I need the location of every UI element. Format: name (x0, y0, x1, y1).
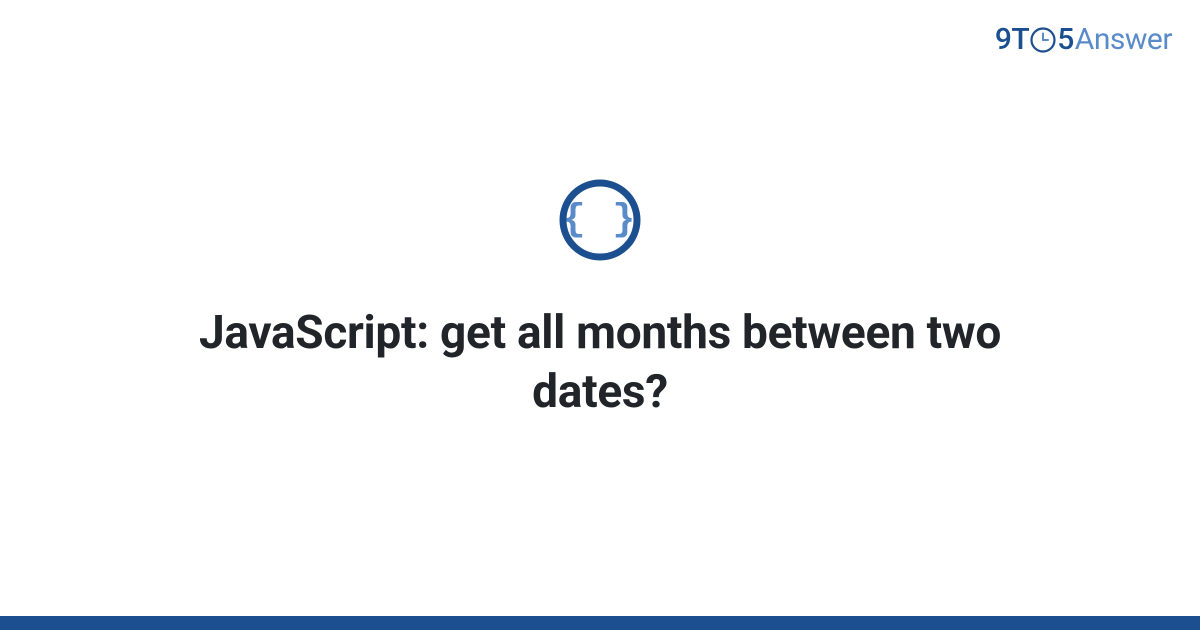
svg-text:{ }: { } (563, 199, 637, 242)
main-content: { } JavaScript: get all months between t… (0, 0, 1200, 630)
footer-accent-bar (0, 616, 1200, 630)
page-title: JavaScript: get all months between two d… (150, 304, 1050, 422)
code-braces-icon: { } (558, 178, 642, 262)
